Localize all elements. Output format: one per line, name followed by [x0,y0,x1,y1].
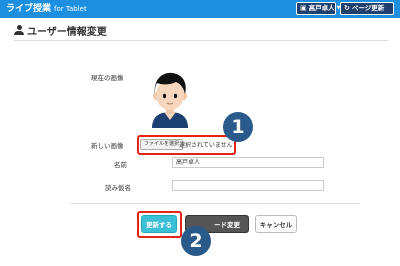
highlight-update-button [137,211,182,238]
refresh-icon: ↻ [344,4,350,12]
current-image-label: 現在の画像 [91,74,124,82]
callout-badge-2: 2 [181,226,211,256]
kana-label: 読み仮名 [105,184,131,192]
user-icon [14,25,24,35]
page-title-text: ユーザー情報変更 [27,26,107,38]
page-title: ユーザー情報変更 [14,22,107,38]
kana-field[interactable] [172,180,324,191]
name-label: 名前 [114,161,127,169]
user-card-icon: ▣ [300,4,307,12]
avatar [152,72,188,128]
brand-name: ライブ授業 [6,4,52,14]
refresh-button[interactable]: ↻ ページ更新 [340,2,394,15]
divider [14,40,388,41]
user-menu-button[interactable]: ▣ 高戸卓人 ▼ [296,2,340,15]
cancel-button[interactable]: キャンセル [255,215,297,233]
refresh-label: ページ更新 [351,4,385,12]
callout-badge-1: 1 [223,112,253,142]
divider [70,203,360,204]
user-name: 高戸卓人 [308,4,335,12]
highlight-file-select [137,135,236,155]
brand-sub: for Tablet [54,5,87,13]
new-image-label: 新しい画像 [91,142,124,150]
password-change-label: ード変更 [214,221,240,229]
name-field[interactable]: 高戸卓人 [172,157,324,168]
top-bar: ライブ授業 for Tablet ▣ 高戸卓人 ▼ ↻ ページ更新 [0,0,400,18]
app-brand[interactable]: ライブ授業 for Tablet [6,0,87,18]
